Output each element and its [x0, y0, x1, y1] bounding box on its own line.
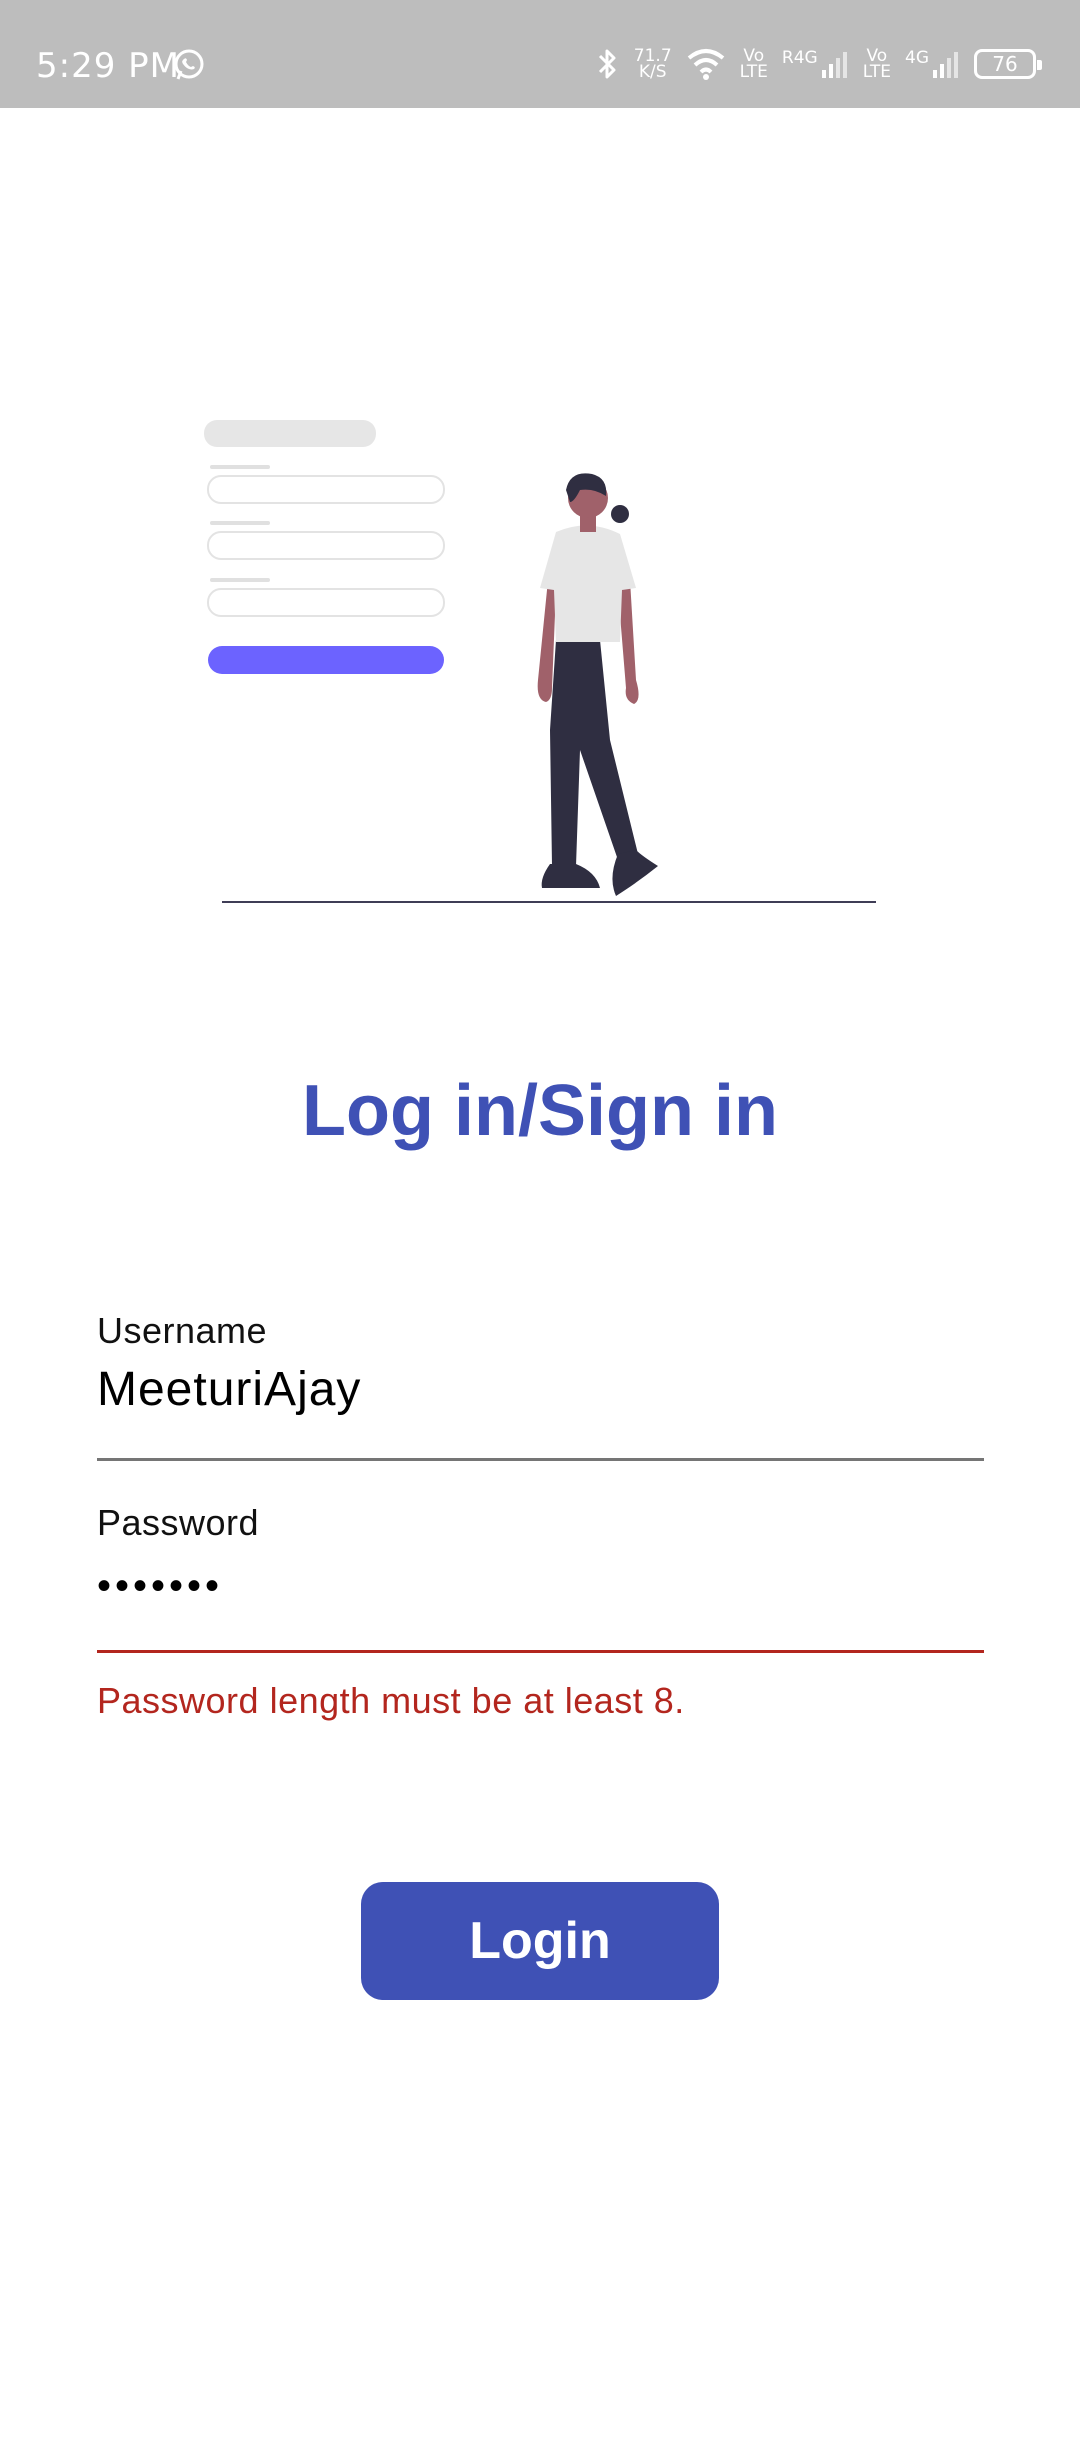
page-title: Log in/Sign in [302, 1071, 778, 1151]
r4g-label: R4G [781, 48, 818, 68]
net-speed-unit: K/S [638, 62, 667, 82]
volte-2: Vo LTE [862, 48, 891, 82]
battery-tip [1037, 60, 1042, 70]
login-illustration [204, 420, 876, 903]
signal-2: 4G [905, 50, 960, 78]
password-input[interactable]: ••••••• [97, 1564, 984, 1609]
form-mock-label-3 [210, 578, 270, 582]
volte-1-bottom: LTE [739, 62, 768, 82]
person-figure [537, 473, 658, 896]
signal-1: R4G [782, 50, 849, 78]
username-underline [97, 1458, 984, 1461]
status-time: 5:29 PM [36, 46, 180, 86]
form-mock-button [208, 646, 444, 674]
form-mock-field-2 [207, 531, 445, 560]
wifi-icon [687, 49, 724, 80]
form-mock-label-2 [210, 521, 270, 525]
form-mock-label-1 [210, 465, 270, 469]
net-speed: 71.7 K/S [634, 48, 672, 82]
username-label: Username [97, 1310, 268, 1351]
password-error: Password length must be at least 8. [97, 1680, 685, 1721]
password-label: Password [97, 1502, 260, 1543]
volte-2-bottom: LTE [862, 62, 891, 82]
signal-icon [933, 52, 958, 78]
battery-icon: 76 [974, 49, 1042, 79]
bluetooth-icon [598, 49, 616, 79]
g4-label: 4G [905, 48, 929, 68]
signal-icon [821, 52, 847, 78]
password-field[interactable]: Password ••••••• [97, 1502, 984, 1656]
form-mock-header [204, 420, 376, 447]
username-field[interactable]: Username MeeturiAjay [97, 1310, 984, 1464]
volte-1: Vo LTE [739, 48, 768, 82]
form-mock-field-3 [207, 588, 445, 617]
status-icons: 71.7 K/S Vo LTE R4G Vo LTE 4G 76 [596, 42, 1042, 86]
status-bar: 5:29 PM 71.7 K/S Vo LTE R4G Vo LTE 4G 76 [0, 0, 1080, 108]
login-button[interactable]: Login [361, 1882, 719, 2000]
whatsapp-icon [174, 49, 204, 80]
battery-level: 76 [992, 52, 1018, 76]
password-underline [97, 1650, 984, 1653]
username-input[interactable]: MeeturiAjay [97, 1362, 984, 1417]
form-mock-field-1 [207, 475, 445, 504]
